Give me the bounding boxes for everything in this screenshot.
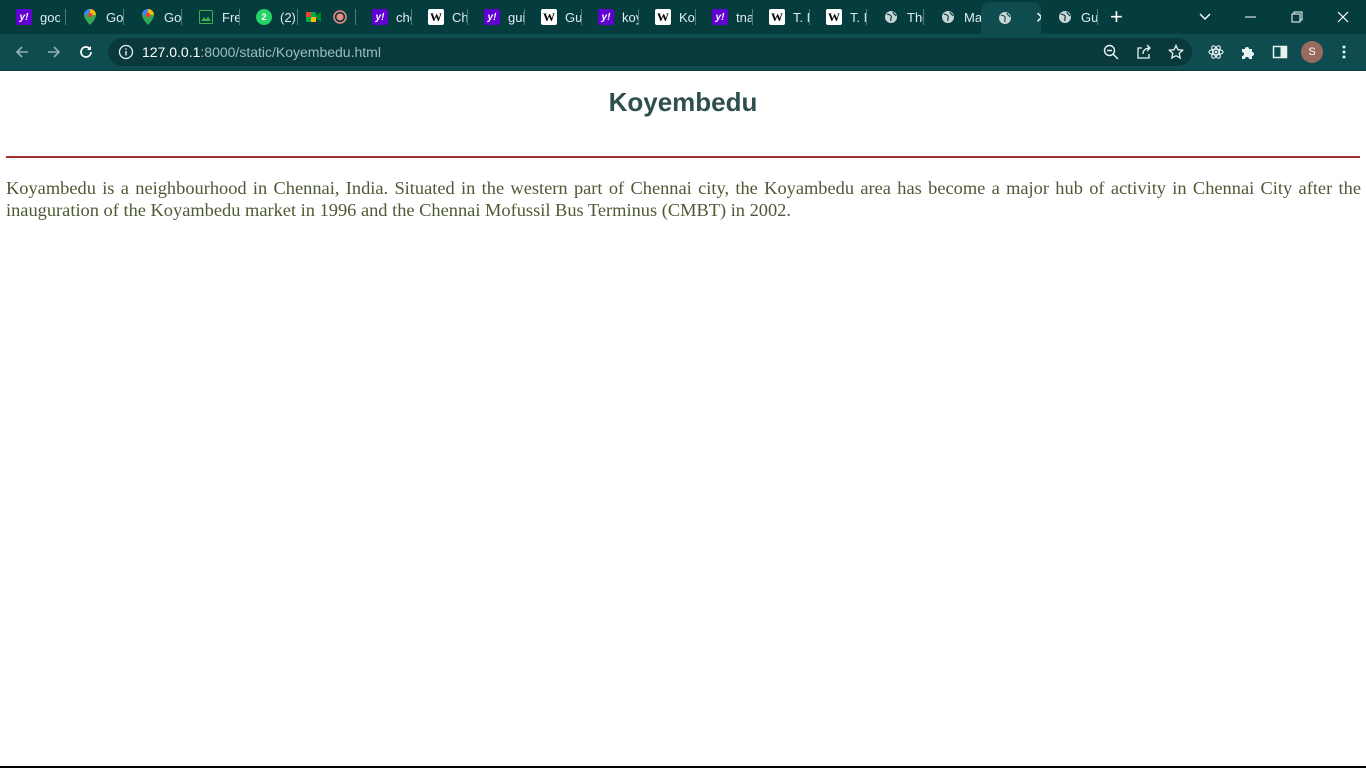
- tab-title: Gui: [565, 9, 582, 25]
- reload-button[interactable]: [74, 40, 98, 64]
- tab-strip: y! goo Goo Goo Free 2 (2): [0, 0, 1366, 34]
- globe-icon: [883, 9, 899, 25]
- minimize-button[interactable]: [1228, 0, 1274, 34]
- tab-title: (2): [280, 9, 296, 25]
- browser-tab[interactable]: y! tna: [696, 0, 753, 34]
- tab-title: Free: [222, 9, 240, 25]
- extensions-puzzle-icon[interactable]: [1236, 40, 1260, 64]
- zoom-icon[interactable]: [1099, 40, 1123, 64]
- globe-icon: [1057, 9, 1073, 25]
- browser-tab[interactable]: Gui: [1041, 0, 1098, 34]
- tab-title: The: [907, 9, 924, 25]
- active-browser-tab[interactable]: ✕: [981, 2, 1041, 34]
- site-info-icon[interactable]: [118, 44, 134, 60]
- browser-tab[interactable]: W T. N: [810, 0, 867, 34]
- browser-tab[interactable]: W Gui: [525, 0, 582, 34]
- tab-title: goo: [40, 9, 60, 25]
- tab-title: T. N: [793, 9, 810, 25]
- intro-paragraph: Koyambedu is a neighbourhood in Chennai,…: [6, 178, 1361, 220]
- page-title: Koyembedu: [608, 87, 758, 117]
- browser-toolbar: 127.0.0.1:8000/static/Koyembedu.html S: [0, 34, 1366, 71]
- yahoo-icon: y!: [372, 9, 388, 25]
- tab-search-chevron-icon[interactable]: [1182, 0, 1228, 34]
- yahoo-icon: y!: [598, 9, 614, 25]
- tab-title: Ma: [964, 9, 981, 25]
- close-window-button[interactable]: [1320, 0, 1366, 34]
- google-maps-icon: [82, 9, 98, 25]
- browser-menu-icon[interactable]: [1332, 40, 1356, 64]
- browser-tab[interactable]: y! gui: [468, 0, 525, 34]
- browser-tab[interactable]: [326, 0, 356, 34]
- tab-title: gui: [508, 9, 525, 25]
- new-tab-button[interactable]: +: [1110, 6, 1123, 28]
- tab-title: Che: [452, 9, 468, 25]
- tab-title: T. N: [850, 9, 867, 25]
- tab-title: Gui: [1081, 9, 1098, 25]
- forward-button[interactable]: [42, 40, 66, 64]
- url-text[interactable]: 127.0.0.1:8000/static/Koyembedu.html: [142, 38, 381, 66]
- tab-title: Koy: [679, 9, 696, 25]
- wikipedia-icon: W: [541, 9, 557, 25]
- globe-icon: [940, 9, 956, 25]
- tab-title: Goo: [164, 9, 182, 25]
- tab-title: koy: [622, 9, 639, 25]
- restore-button[interactable]: [1274, 0, 1320, 34]
- wikipedia-icon: W: [769, 9, 785, 25]
- browser-tab[interactable]: The: [867, 0, 924, 34]
- globe-icon: [997, 10, 1013, 26]
- browser-tab[interactable]: W Koy: [639, 0, 696, 34]
- react-devtools-icon[interactable]: [1204, 40, 1228, 64]
- tab-separator: [1097, 9, 1098, 25]
- browser-tab[interactable]: y! che: [356, 0, 412, 34]
- record-icon: [332, 9, 348, 25]
- browser-tab[interactable]: 2 (2): [240, 0, 298, 34]
- page-viewport: Koyembedu Koyambedu is a neighbourhood i…: [0, 71, 1366, 766]
- browser-tab[interactable]: Goo: [66, 0, 124, 34]
- image-icon: [198, 9, 214, 25]
- tab-title: che: [396, 9, 412, 25]
- tab-title: Goo: [106, 9, 124, 25]
- whatsapp-icon: 2: [256, 9, 272, 25]
- browser-tab[interactable]: Goo: [124, 0, 182, 34]
- browser-tab[interactable]: W T. N: [753, 0, 810, 34]
- profile-avatar[interactable]: S: [1301, 41, 1323, 63]
- url-path: :8000/static/Koyembedu.html: [200, 44, 381, 60]
- browser-tab[interactable]: [298, 0, 326, 34]
- yahoo-icon: y!: [484, 9, 500, 25]
- bookmark-star-icon[interactable]: [1164, 40, 1188, 64]
- wikipedia-icon: W: [428, 9, 444, 25]
- wikipedia-icon: W: [655, 9, 671, 25]
- back-button[interactable]: [10, 40, 34, 64]
- browser-tab[interactable]: Free: [182, 0, 240, 34]
- url-host: 127.0.0.1: [142, 44, 201, 60]
- wikipedia-icon: W: [826, 9, 842, 25]
- google-meet-icon: [306, 9, 322, 25]
- google-maps-icon: [140, 9, 156, 25]
- browser-tab[interactable]: y! goo: [0, 0, 66, 34]
- side-panel-icon[interactable]: [1268, 40, 1292, 64]
- address-bar[interactable]: 127.0.0.1:8000/static/Koyembedu.html: [108, 38, 1192, 66]
- browser-tab[interactable]: W Che: [412, 0, 468, 34]
- yahoo-icon: y!: [712, 9, 728, 25]
- browser-tab[interactable]: y! koy: [582, 0, 639, 34]
- browser-tab[interactable]: Ma: [924, 0, 981, 34]
- share-icon[interactable]: [1132, 40, 1156, 64]
- horizontal-divider: [6, 156, 1360, 158]
- tab-title: tna: [736, 9, 753, 25]
- yahoo-icon: y!: [16, 9, 32, 25]
